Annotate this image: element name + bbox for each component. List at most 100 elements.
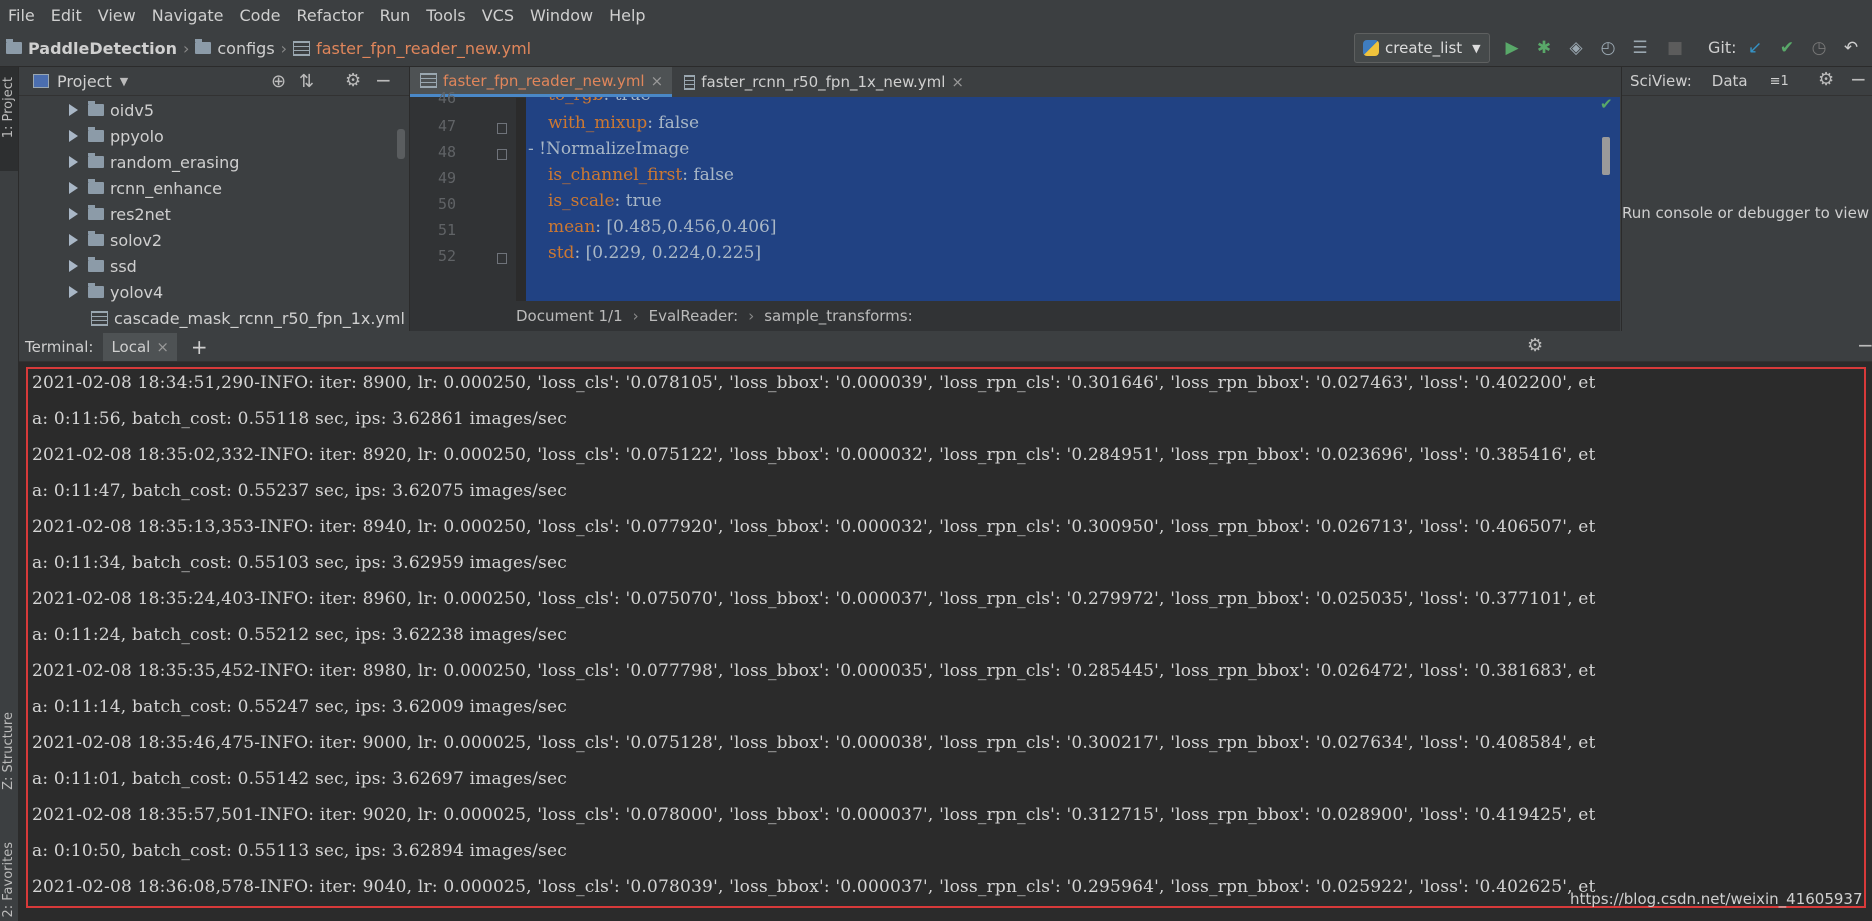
log-line: a: 0:11:01, batch_cost: 0.55142 sec, ips… [32,769,567,789]
expand-arrow-icon[interactable] [69,286,78,298]
git-label: Git: [1708,38,1737,57]
stop-icon[interactable]: ■ [1665,38,1685,58]
rollback-icon[interactable]: ↶ [1841,38,1861,58]
log-line: 2021-02-08 18:35:02,332-INFO: iter: 8920… [32,445,1596,465]
git-commit-icon[interactable]: ✔ [1777,38,1797,58]
project-panel-title: Project [57,71,112,91]
tab-data[interactable]: Data [1712,72,1748,90]
close-icon[interactable]: × [156,338,169,356]
terminal-output[interactable]: 2021-02-08 18:34:51,290-INFO: iter: 8900… [26,367,1866,908]
minimize-icon[interactable]: − [1850,67,1867,91]
log-line: 2021-02-08 18:34:51,290-INFO: iter: 8900… [32,373,1596,393]
menu-window[interactable]: Window [522,6,601,25]
run-config-dropdown[interactable]: create_list ▼ [1354,33,1490,63]
line-number: 52 [437,247,456,265]
tree-item[interactable]: ssd [69,253,137,279]
sciview-empty-message: Run console or debugger to view a [1622,204,1872,222]
locate-icon[interactable]: ⊕ [271,71,286,92]
minimize-icon[interactable]: − [1857,333,1872,357]
menu-edit[interactable]: Edit [43,6,90,25]
tab-local[interactable]: Local × [103,333,177,361]
gear-icon[interactable]: ⚙ [345,70,361,91]
expand-arrow-icon[interactable] [69,130,78,142]
menu-view[interactable]: View [90,6,144,25]
menu-navigate[interactable]: Navigate [144,6,232,25]
editor-panel: faster_fpn_reader_new.yml × faster_rcnn_… [410,67,1620,331]
expand-arrow-icon[interactable] [69,182,78,194]
code-area[interactable]: to_rgb: true with_mixup: false - !Normal… [516,97,1620,301]
project-panel-header: Project ▼ ⊕ ⇅ ⚙ − [19,67,409,96]
fold-marker-icon[interactable] [497,149,507,160]
log-line: a: 0:11:47, batch_cost: 0.55237 sec, ips… [32,481,567,501]
menu-refactor[interactable]: Refactor [288,6,371,25]
gear-icon[interactable]: ⚙ [1818,69,1834,90]
expand-arrow-icon[interactable] [69,104,78,116]
gear-icon[interactable]: ⚙ [1527,335,1543,356]
menu-help[interactable]: Help [601,6,653,25]
log-line: 2021-02-08 18:35:57,501-INFO: iter: 9020… [32,805,1596,825]
tree-item[interactable]: oidv5 [69,97,154,123]
run-icon[interactable]: ▶ [1502,38,1522,58]
expand-arrow-icon[interactable] [69,208,78,220]
breadcrumb-file[interactable]: faster_fpn_reader_new.yml [316,39,531,58]
log-line: a: 0:10:50, batch_cost: 0.55113 sec, ips… [32,841,567,861]
breadcrumb-project[interactable]: PaddleDetection [28,39,177,58]
profile-icon[interactable]: ◴ [1598,38,1618,58]
expand-arrow-icon[interactable] [69,234,78,246]
history-icon[interactable]: ◷ [1809,38,1829,58]
menu-file[interactable]: File [0,6,43,25]
git-update-icon[interactable]: ↙ [1745,38,1765,58]
log-line: a: 0:11:14, batch_cost: 0.55247 sec, ips… [32,697,567,717]
breadcrumb-folder[interactable]: configs [217,39,274,58]
chevron-right-icon: › [748,307,755,325]
log-line: a: 0:11:34, batch_cost: 0.55103 sec, ips… [32,553,567,573]
collapse-all-icon[interactable]: ⇅ [299,71,314,92]
tree-item[interactable]: yolov4 [69,279,163,305]
expand-arrow-icon[interactable] [69,260,78,272]
tree-item[interactable]: rcnn_enhance [69,175,222,201]
debug-icon[interactable]: ✱ [1534,38,1554,58]
terminal-title: Terminal: [25,338,94,356]
document-indicator[interactable]: Document 1/1 [516,307,623,325]
editor-scrollbar[interactable] [1602,137,1610,175]
tree-item-label: cascade_mask_rcnn_r50_fpn_1x.yml [114,308,405,328]
menu-run[interactable]: Run [372,6,419,25]
footer-path-item[interactable]: EvalReader: [649,307,739,325]
folder-icon [88,205,104,220]
menu-tools[interactable]: Tools [418,6,473,25]
add-terminal-icon[interactable]: + [191,335,208,359]
project-scrollbar[interactable] [397,129,405,159]
log-line: 2021-02-08 18:35:46,475-INFO: iter: 9000… [32,733,1596,753]
menu-vcs[interactable]: VCS [474,6,522,25]
tree-item-label: oidv5 [110,100,155,120]
left-tool-strip: 1: Project Z: Structure 2: Favorites [0,67,19,921]
tree-item[interactable]: random_erasing [69,149,239,175]
tree-item[interactable]: res2net [69,201,171,227]
tab-favorites-side[interactable]: 2: Favorites [1,842,16,918]
build-icon[interactable]: ☰ [1630,38,1650,58]
menu-code[interactable]: Code [232,6,289,25]
close-icon[interactable]: × [651,72,664,90]
tab-structure-side[interactable]: Z: Structure [1,712,16,790]
fold-marker-icon[interactable] [497,253,507,264]
editor-tab-bar: faster_fpn_reader_new.yml × faster_rcnn_… [410,67,1620,98]
sciview-title: SciView: [1630,72,1692,90]
chevron-down-icon[interactable]: ▼ [120,75,128,88]
tab-faster-rcnn[interactable]: faster_rcnn_r50_fpn_1x_new.yml × [674,67,964,97]
yml-file-icon [684,74,696,90]
yml-file-icon [91,310,108,326]
sciview-tab-list[interactable]: ≡1 [1770,74,1789,89]
fold-marker-icon[interactable] [497,123,507,134]
tab-label: faster_rcnn_r50_fpn_1x_new.yml [701,73,946,91]
line-number: 47 [437,117,456,135]
tree-item[interactable]: cascade_mask_rcnn_r50_fpn_1x.yml [91,305,405,331]
footer-path-item[interactable]: sample_transforms: [764,307,912,325]
minimize-icon[interactable]: − [375,68,392,92]
yml-file-icon [293,40,311,56]
close-icon[interactable]: × [951,73,964,91]
coverage-icon[interactable]: ◈ [1566,38,1586,58]
tree-item[interactable]: ppyolo [69,123,164,149]
expand-arrow-icon[interactable] [69,156,78,168]
tree-item[interactable]: solov2 [69,227,162,253]
tab-project-side[interactable]: 1: Project [1,77,16,138]
